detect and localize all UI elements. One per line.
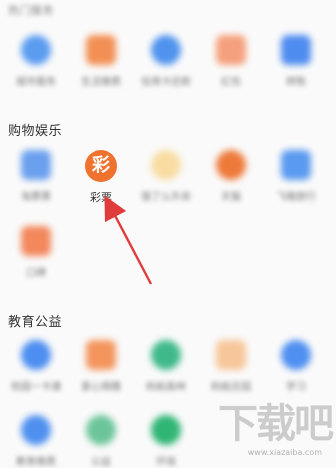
app-tile[interactable]: 飞猪旅行 xyxy=(266,150,326,203)
app-label: 飞猪旅行 xyxy=(276,192,316,203)
app-tile[interactable]: 彩彩票 xyxy=(71,150,131,205)
app-tile[interactable]: 公益 xyxy=(71,415,131,468)
app-label: 公益 xyxy=(91,457,111,468)
app-tile[interactable]: 教育缴费 xyxy=(6,415,66,468)
app-tile[interactable]: 红包 xyxy=(201,35,261,88)
app-icon xyxy=(151,35,181,65)
app-icon xyxy=(86,35,116,65)
app-label: 教育缴费 xyxy=(16,457,56,468)
app-icon xyxy=(151,340,181,370)
app-tile[interactable]: 信用卡还款 xyxy=(136,35,196,88)
app-label: 信用卡还款 xyxy=(141,77,191,88)
section-title: 教育公益 xyxy=(8,315,63,330)
app-icon xyxy=(21,226,51,256)
app-label: 环保 xyxy=(156,457,176,468)
app-label: 转账 xyxy=(286,77,306,88)
app-label: 生活缴费 xyxy=(81,77,121,88)
app-icon xyxy=(21,150,51,180)
app-tile[interactable]: 淘票票 xyxy=(6,150,66,203)
app-tile[interactable]: 天猫 xyxy=(201,150,261,203)
app-label: 口碑 xyxy=(26,268,46,279)
app-icon xyxy=(151,150,181,180)
app-icon xyxy=(281,35,311,65)
app-label: 红包 xyxy=(221,77,241,88)
app-label: 饿了么外卖 xyxy=(141,192,191,203)
app-label: 城市服务 xyxy=(16,77,56,88)
app-tile[interactable]: 蚂蚁森林 xyxy=(136,340,196,393)
app-icon xyxy=(281,150,311,180)
app-tile[interactable]: 蚂蚁庄园 xyxy=(201,340,261,393)
app-icon xyxy=(21,340,51,370)
app-icon xyxy=(86,340,116,370)
watermark-url: www.xiazaiba.com xyxy=(247,448,322,457)
app-tile[interactable]: 饿了么外卖 xyxy=(136,150,196,203)
app-label: 蚂蚁森林 xyxy=(146,382,186,393)
app-tile[interactable]: 转账 xyxy=(266,35,326,88)
app-label: 校园一卡通 xyxy=(11,382,61,393)
lottery-icon: 彩 xyxy=(85,150,117,182)
app-tile[interactable]: 校园一卡通 xyxy=(6,340,66,393)
app-icon xyxy=(216,150,246,180)
watermark-logo: 下载吧 xyxy=(218,401,334,447)
app-icon xyxy=(216,340,246,370)
app-label: 彩票 xyxy=(90,191,112,204)
app-tile[interactable]: 口碑 xyxy=(6,226,66,279)
app-tile[interactable]: 爱心捐赠 xyxy=(71,340,131,393)
app-icon xyxy=(21,415,51,445)
app-tile[interactable]: 城市服务 xyxy=(6,35,66,88)
app-icon xyxy=(86,415,116,445)
app-label: 爱心捐赠 xyxy=(81,382,121,393)
app-tile[interactable]: 学习 xyxy=(266,340,326,393)
app-label: 淘票票 xyxy=(21,192,51,203)
app-label: 天猫 xyxy=(221,192,241,203)
app-icon xyxy=(281,340,311,370)
watermark: 下载吧 www.xiazaiba.com xyxy=(202,401,334,457)
section-title: 购物娱乐 xyxy=(8,124,63,139)
section-title: 热门服务 xyxy=(8,4,54,17)
app-icon xyxy=(21,35,51,65)
app-tile[interactable]: 生活缴费 xyxy=(71,35,131,88)
app-icon xyxy=(151,415,181,445)
app-tile[interactable]: 环保 xyxy=(136,415,196,468)
app-icon xyxy=(216,35,246,65)
